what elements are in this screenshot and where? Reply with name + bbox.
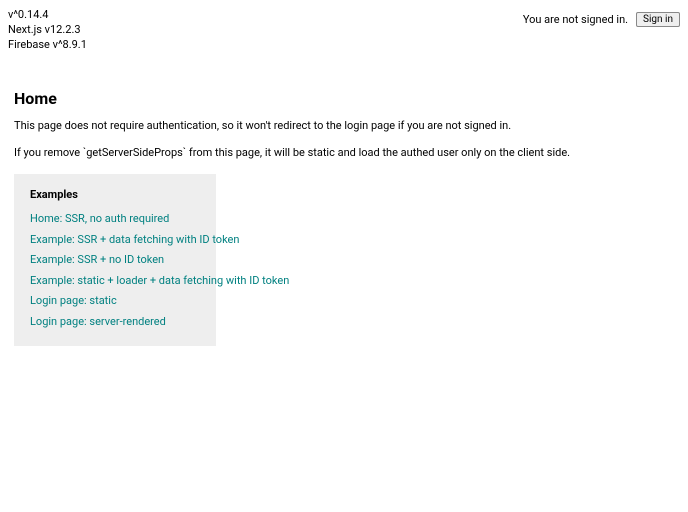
lib-version: v^0.14.4 xyxy=(8,8,87,23)
intro-paragraph-2: If you remove `getServerSideProps` from … xyxy=(14,145,674,160)
next-version: Next.js v12.2.3 xyxy=(8,23,87,38)
intro-paragraph-1: This page does not require authenticatio… xyxy=(14,118,674,133)
examples-heading: Examples xyxy=(30,188,200,201)
version-info: v^0.14.4 Next.js v12.2.3 Firebase v^8.9.… xyxy=(8,8,87,53)
example-link-home-ssr-no-auth[interactable]: Home: SSR, no auth required xyxy=(30,211,200,228)
examples-box: Examples Home: SSR, no auth required Exa… xyxy=(14,174,216,346)
header: v^0.14.4 Next.js v12.2.3 Firebase v^8.9.… xyxy=(0,0,688,53)
example-link-login-static[interactable]: Login page: static xyxy=(30,293,200,310)
example-link-ssr-data-id-token[interactable]: Example: SSR + data fetching with ID tok… xyxy=(30,232,200,249)
example-link-login-server-rendered[interactable]: Login page: server-rendered xyxy=(30,314,200,331)
auth-area: You are not signed in. Sign in xyxy=(523,12,680,27)
page-title: Home xyxy=(14,89,674,108)
examples-list: Home: SSR, no auth required Example: SSR… xyxy=(30,211,200,330)
example-link-ssr-no-id-token[interactable]: Example: SSR + no ID token xyxy=(30,252,200,269)
sign-in-button[interactable]: Sign in xyxy=(636,12,680,27)
auth-status-text: You are not signed in. xyxy=(523,13,628,26)
main-content: Home This page does not require authenti… xyxy=(0,53,688,355)
firebase-version: Firebase v^8.9.1 xyxy=(8,38,87,53)
example-link-static-loader-data-id-token[interactable]: Example: static + loader + data fetching… xyxy=(30,273,200,290)
